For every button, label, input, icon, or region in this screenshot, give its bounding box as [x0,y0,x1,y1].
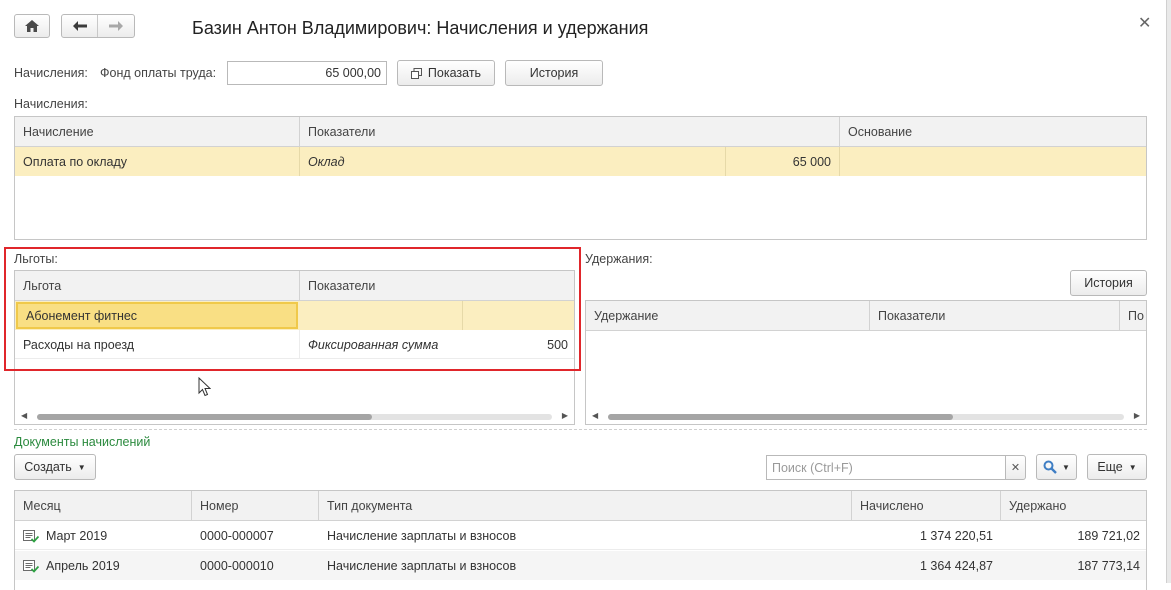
doc-month-cell: Март 2019 [15,521,192,550]
accruals-header: Начисление Показатели Основание [15,117,1146,147]
col-deduction[interactable]: Удержание [586,301,870,331]
home-button[interactable] [14,14,50,38]
accrual-value: 65 000 [725,147,840,176]
documents-header: Месяц Номер Тип документа Начислено Удер… [15,491,1146,521]
doc-number: 0000-000010 [200,558,274,573]
create-button-label: Создать [24,460,72,474]
close-icon[interactable]: ✕ [1138,13,1151,33]
forward-button[interactable] [98,15,134,37]
chevron-down-icon: ▼ [1128,462,1137,472]
col-deduction-more[interactable]: По [1120,301,1146,331]
accrual-indicator: Оклад [308,154,345,169]
doc-accrued: 1 364 424,87 [920,558,993,573]
col-accrual[interactable]: Начисление [15,117,300,147]
search-clear-button[interactable]: ✕ [1005,455,1026,480]
deductions-label: Удержания: [585,252,653,266]
deductions-scrollbar[interactable]: ◀ ▶ [586,411,1146,421]
scroll-left-icon[interactable]: ◀ [592,411,598,420]
show-button[interactable]: Показать [397,60,495,86]
create-button[interactable]: Создать ▼ [14,454,96,480]
back-button[interactable] [62,15,98,37]
back-forward-group [61,14,135,38]
search-placeholder: Поиск (Ctrl+F) [772,460,853,475]
show-button-label: Показать [427,66,482,80]
open-window-icon [410,67,422,79]
history-button-deductions[interactable]: История [1070,270,1147,296]
scroll-left-icon[interactable]: ◀ [21,411,27,420]
accruals-section-label: Начисления: [14,97,88,111]
accruals-table: Начисление Показатели Основание Оплата п… [14,116,1147,240]
fund-value: 65 000,00 [325,66,381,80]
doc-accrued: 1 374 220,51 [920,528,993,543]
doc-withheld: 187 773,14 [1077,558,1140,573]
table-row[interactable]: Апрель 2019 0000-000010 Начисление зарпл… [15,551,1146,580]
section-divider [14,429,1147,430]
scroll-right-icon[interactable]: ▶ [1134,411,1140,420]
arrow-left-icon [72,21,87,31]
benefits-scrollbar[interactable]: ◀ ▶ [15,411,574,421]
history-button-top[interactable]: История [505,60,603,86]
col-basis[interactable]: Основание [840,117,1146,147]
posted-document-icon [23,559,39,573]
cursor-icon [198,377,211,397]
table-row[interactable]: Март 2019 0000-000007 Начисление зарплат… [15,521,1146,550]
fund-label: Фонд оплаты труда: [100,66,217,80]
accrual-name: Оплата по окладу [15,147,300,176]
search-input[interactable]: Поиск (Ctrl+F) [766,455,1006,480]
window-edge [1166,0,1171,583]
highlight-frame [4,247,581,371]
scroll-thumb[interactable] [608,414,953,420]
doc-month-cell: Апрель 2019 [15,551,192,580]
posted-document-icon [23,529,39,543]
history-button-deductions-label: История [1084,276,1133,290]
scroll-thumb[interactable] [37,414,372,420]
doc-type: Начисление зарплаты и взносов [327,528,517,543]
chevron-down-icon: ▼ [1062,462,1070,472]
col-indicators[interactable]: Показатели [300,117,840,147]
doc-month: Апрель 2019 [46,558,120,573]
history-button-top-label: История [529,66,579,80]
accruals-label: Начисления: [14,66,88,80]
more-button[interactable]: Еще ▼ [1087,454,1147,480]
documents-link[interactable]: Документы начислений [14,435,150,449]
close-icon: ✕ [1010,462,1021,474]
doc-number: 0000-000007 [200,528,274,543]
deductions-header: Удержание Показатели По [586,301,1146,331]
doc-month: Март 2019 [46,528,108,543]
page-title: Базин Антон Владимирович: Начисления и у… [192,18,649,38]
table-row[interactable]: Оплата по окладу Оклад 65 000 [15,147,1146,176]
col-month[interactable]: Месяц [15,491,192,521]
documents-table: Месяц Номер Тип документа Начислено Удер… [14,490,1147,590]
col-withheld[interactable]: Удержано [1001,491,1146,521]
home-icon [25,20,39,32]
magnifier-icon [1043,460,1057,474]
scroll-right-icon[interactable]: ▶ [562,411,568,420]
more-button-label: Еще [1097,460,1123,474]
col-number[interactable]: Номер [192,491,319,521]
col-deduction-indicators[interactable]: Показатели [870,301,1120,331]
doc-withheld: 189 721,02 [1077,528,1140,543]
chevron-down-icon: ▼ [77,462,86,472]
search-button[interactable]: ▼ [1036,454,1077,480]
col-accrued[interactable]: Начислено [852,491,1001,521]
arrow-right-icon [109,21,123,31]
deductions-table: Удержание Показатели По ◀ ▶ [585,300,1147,425]
doc-type: Начисление зарплаты и взносов [327,558,517,573]
col-doc-type[interactable]: Тип документа [319,491,852,521]
accrual-basis [840,147,1146,176]
fund-field[interactable]: 65 000,00 [227,61,387,85]
